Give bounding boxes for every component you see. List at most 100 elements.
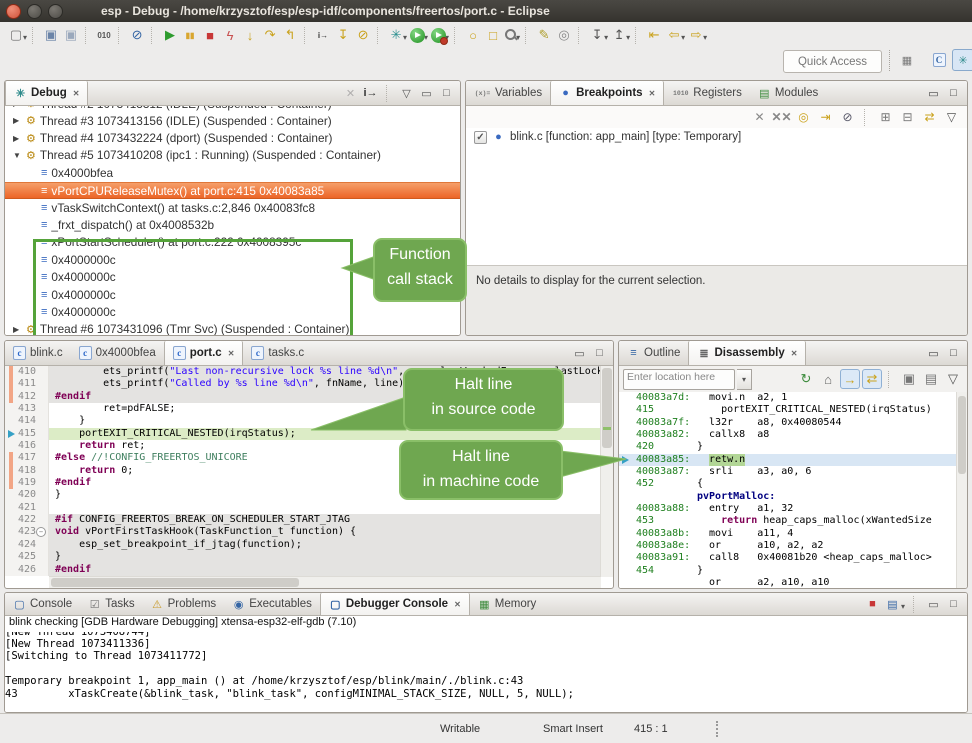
tab-0x4000bfea[interactable]: c 0x4000bfea [71,341,164,365]
location-input[interactable]: Enter location here [623,369,735,390]
disassembly-line[interactable]: 454} [619,565,957,577]
disassembly-line[interactable]: 40083a87: srli a3, a0, 6 [619,466,957,478]
link-with-debug-view-icon[interactable]: ⇄ [920,108,939,126]
editor-line-422[interactable]: 422#if CONFIG_FREERTOS_BREAK_ON_SCHEDULE… [5,514,601,526]
remove-all-terminated-icon[interactable]: ✕ [342,85,359,102]
instruction-stepping-mode-icon[interactable]: i→ [362,85,379,102]
suspend-icon[interactable]: ▮▮ [180,25,200,45]
next-annotation-dropdown-icon[interactable]: ▾ [604,33,608,42]
open-perspective-icon[interactable]: ▦ [896,49,918,71]
expand-arrow-icon[interactable]: ▶ [13,116,22,125]
remove-selected-breakpoints-icon[interactable]: ✕ [750,108,769,126]
minimize-icon[interactable]: ▭ [925,345,942,362]
view-menu-icon[interactable]: ▽ [942,108,961,126]
expand-arrow-icon[interactable]: ▶ [13,106,22,108]
disassembly-code-area[interactable]: 40083a7d: movi.n a2, 1415 portEXIT_CRITI… [619,392,957,588]
disassembly-line[interactable]: 415 portEXIT_CRITICAL_NESTED(irqStatus) [619,404,957,416]
view-menu-icon[interactable]: ▽ [943,369,963,389]
close-tab-icon[interactable]: ✕ [649,89,656,98]
editor-line-424[interactable]: 424 esp_set_breakpoint_if_jtag(function)… [5,539,601,551]
search-icon[interactable] [503,27,519,43]
save-icon[interactable]: ▣ [41,25,61,45]
maximize-icon[interactable]: □ [945,345,962,362]
debug-thread-row[interactable]: ▼⚙Thread #5 1073410208 (ipc1 : Running) … [5,147,460,164]
refresh-icon[interactable]: ↻ [796,369,816,389]
scrollbar-thumb[interactable] [602,368,612,448]
tab-registers[interactable]: 1010 Registers [664,81,750,105]
close-tab-icon[interactable]: ✕ [791,349,798,358]
debug-thread-row[interactable]: ▶⚙Thread #6 1073431096 (Tmr Svc) (Suspen… [5,321,460,335]
disassembly-scrollbar[interactable] [956,392,967,588]
forward-dropdown-icon[interactable]: ▾ [703,33,707,42]
console-output[interactable]: [New Thread 1073408744][New Thread 10734… [5,632,967,712]
back-dropdown-icon[interactable]: ▾ [681,33,685,42]
disassembly-line[interactable]: 40083a8e: or a10, a2, a2 [619,540,957,552]
open-resource-icon[interactable]: □ [483,25,503,45]
debug-config-dropdown-icon[interactable]: ▾ [403,33,407,42]
use-step-filters-icon[interactable]: ⊘ [353,25,373,45]
maximize-window-icon[interactable] [48,4,63,19]
disassembly-line[interactable]: 40083a7d: movi.n a2, 1 [619,392,957,404]
minimize-icon[interactable]: ▭ [925,85,942,102]
skip-all-breakpoints-icon[interactable]: ⊘ [838,108,857,126]
profile-icon[interactable]: ◎ [554,25,574,45]
toggle-binary-icon[interactable]: 010 [94,25,114,45]
display-selected-console-icon[interactable]: ▤ [884,596,901,613]
disassembly-line[interactable]: 40083a88: entry a1, 32 [619,503,957,515]
save-all-icon[interactable]: ▣ [61,25,81,45]
run-config-icon[interactable] [410,28,425,43]
terminate-icon[interactable]: ■ [200,25,220,45]
maximize-icon[interactable]: □ [438,85,455,102]
terminate-icon[interactable]: ■ [864,596,881,613]
maximize-icon[interactable]: □ [945,596,962,613]
toggle-mark-occurrences-icon[interactable]: ✎ [534,25,554,45]
expand-arrow-icon[interactable]: ▶ [13,134,22,143]
tab-breakpoints[interactable]: ● Breakpoints ✕ [550,81,664,105]
editor-line-423[interactable]: 423−void vPortFirstTaskHook(TaskFunction… [5,526,601,538]
expand-all-icon[interactable]: ⊞ [876,108,895,126]
fold-marker-icon[interactable]: − [36,527,46,537]
close-window-icon[interactable] [6,4,21,19]
debug-frame-row[interactable]: ≡vTaskSwitchContext() at tasks.c:2,846 0… [5,199,460,216]
breakpoint-checkbox[interactable]: ✓ [474,131,487,144]
disassembly-line[interactable]: pvPortMalloc: [619,491,957,503]
skip-all-breakpoints-icon[interactable]: ⊘ [127,25,147,45]
disassembly-line[interactable]: 453 return heap_caps_malloc(xWantedSize [619,515,957,527]
editor-horizontal-scrollbar[interactable] [49,576,601,588]
tab-executables[interactable]: ◉ Executables [224,593,320,615]
new-wizard-dropdown-icon[interactable]: ▾ [23,33,27,42]
expand-arrow-icon[interactable]: ▼ [13,151,22,160]
sync-with-context-icon[interactable]: ⇄ [862,369,882,389]
open-type-icon[interactable]: ○ [463,25,483,45]
disassembly-line[interactable]: 452{ [619,478,957,490]
debug-frame-row[interactable]: ≡0x4000000c [5,303,460,320]
close-tab-icon[interactable]: ✕ [73,89,80,98]
minimize-window-icon[interactable] [27,4,42,19]
minimize-icon[interactable]: ▭ [925,596,942,613]
debug-frame-row[interactable]: ≡0x4000bfea [5,164,460,181]
resume-icon[interactable]: ▶ [160,25,180,45]
step-over-icon[interactable]: ↷ [260,25,280,45]
tab-problems[interactable]: ⚠ Problems [143,593,225,615]
debug-thread-row[interactable]: ▶⚙Thread #3 1073413156 (IDLE) (Suspended… [5,112,460,129]
tab-debug[interactable]: ✳ Debug ✕ [5,81,88,105]
minimize-icon[interactable]: ▭ [418,85,435,102]
quick-access-button[interactable]: Quick Access [783,50,882,73]
display-selected-console-dropdown-icon[interactable]: ▾ [901,602,905,611]
step-return-icon[interactable]: ↰ [280,25,300,45]
disconnect-icon[interactable]: ϟ [220,25,240,45]
external-tools-icon[interactable] [431,28,446,43]
close-tab-icon[interactable]: ✕ [228,349,235,358]
tab-modules[interactable]: ▤ Modules [750,81,826,105]
track-current-location-icon[interactable]: → [840,369,860,389]
disassembly-line[interactable]: 40083a7f: l32r a8, 0x40080544 [619,417,957,429]
tab-tasks-c[interactable]: c tasks.c [243,341,312,365]
tab-tasks[interactable]: ☑ Tasks [80,593,142,615]
scrollbar-thumb[interactable] [51,578,299,587]
location-dropdown-icon[interactable]: ▾ [737,369,752,390]
view-menu-icon[interactable]: ▽ [398,85,415,102]
step-into-icon[interactable]: ↓ [240,25,260,45]
tab-disassembly[interactable]: ≣ Disassembly ✕ [688,341,806,365]
disassembly-line[interactable]: or a2, a10, a10 [619,577,957,588]
drop-to-frame-icon[interactable]: ↧ [333,25,353,45]
